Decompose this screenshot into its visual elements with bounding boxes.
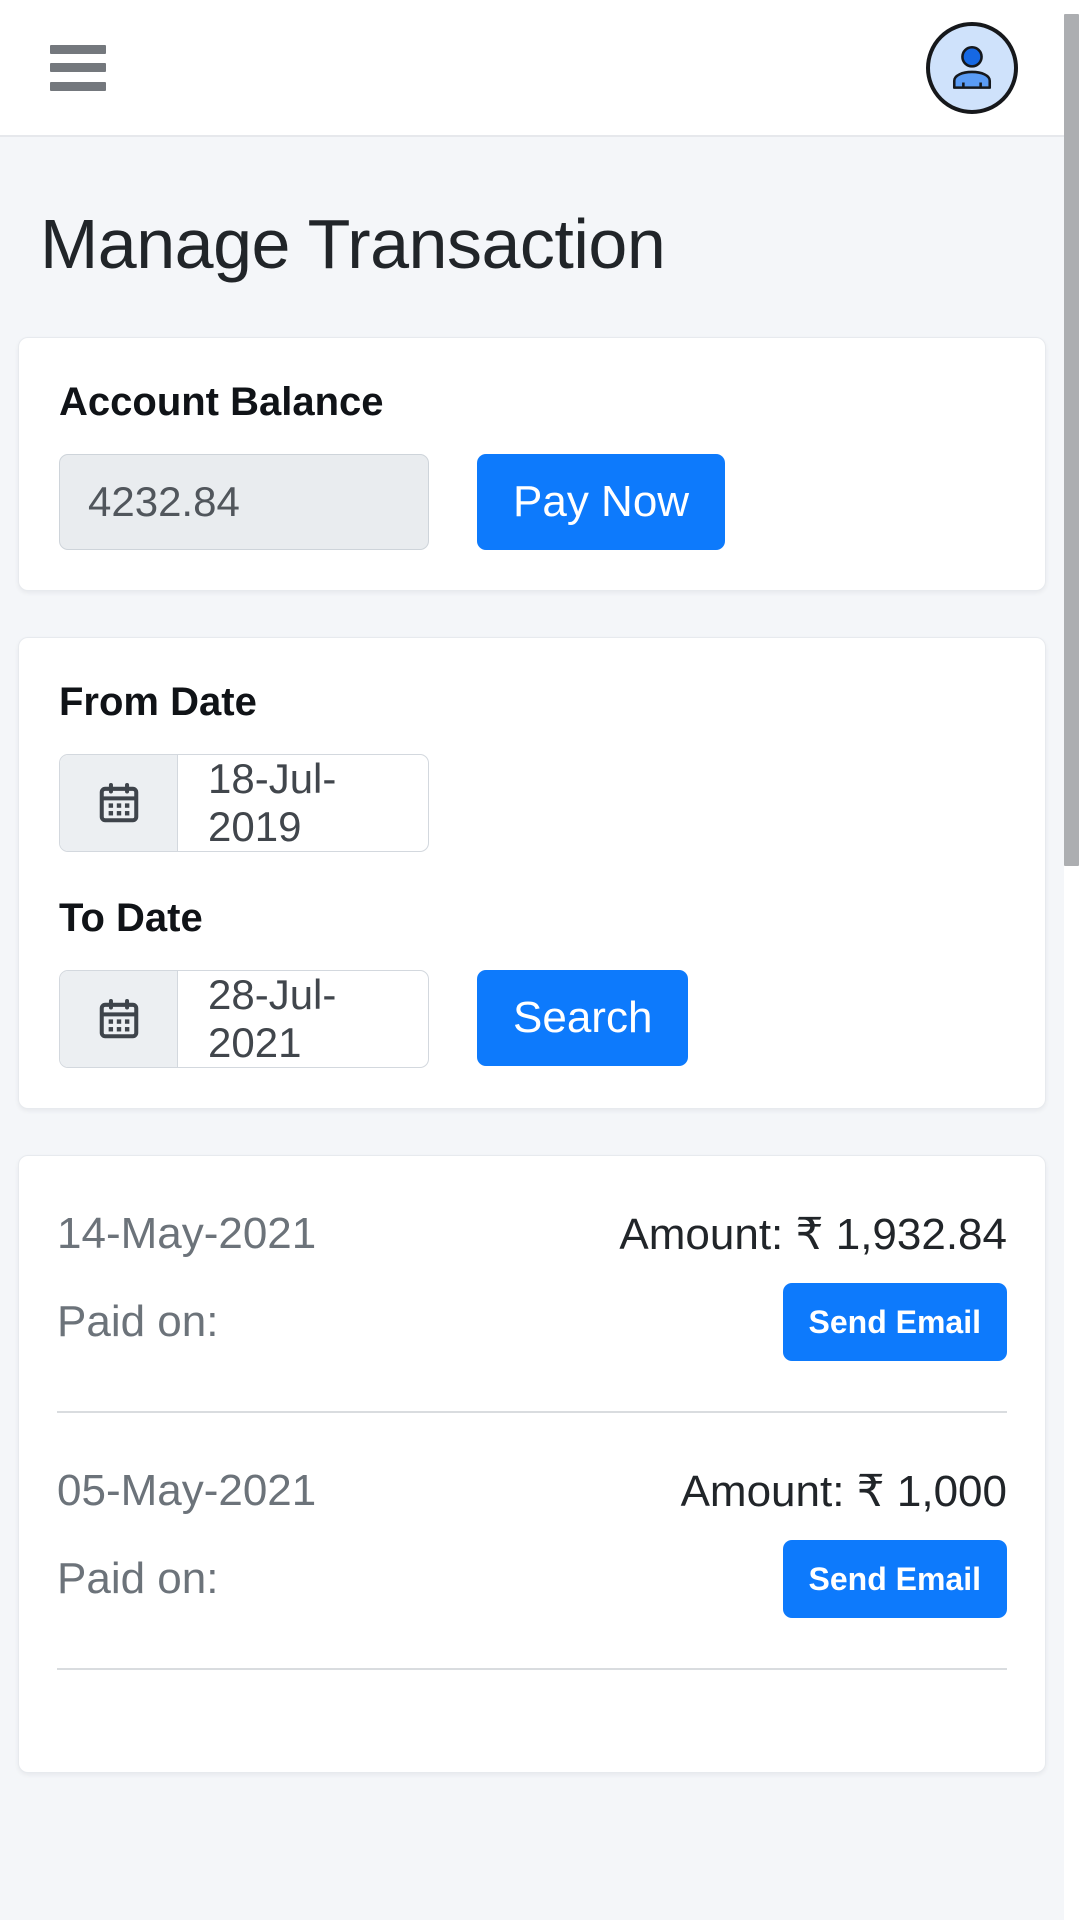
transaction-paid-on-label: Paid on:	[57, 1296, 219, 1346]
date-rows-spacer	[59, 852, 1005, 896]
page-title: Manage Transaction	[40, 205, 666, 283]
transaction-action-line: Paid on: Send Email	[57, 1282, 1007, 1361]
to-date-input-group[interactable]: 28-Jul-2021	[59, 970, 429, 1068]
from-date-input-group[interactable]: 18-Jul-2019	[59, 754, 429, 852]
transaction-paid-on-label: Paid on:	[57, 1553, 219, 1603]
send-email-button[interactable]: Send Email	[782, 1539, 1007, 1618]
calendar-icon[interactable]	[60, 755, 178, 851]
hamburger-menu-icon[interactable]	[50, 44, 106, 91]
hamburger-bar	[50, 63, 106, 72]
from-date-row: 18-Jul-2019	[59, 754, 1005, 852]
transaction-action-line: Paid on: Send Email	[57, 1539, 1007, 1618]
transaction-header-line: 05-May-2021 Amount: ₹ 1,000	[57, 1465, 1007, 1518]
table-row	[57, 1670, 1007, 1772]
top-navbar	[0, 0, 1064, 137]
to-date-value[interactable]: 28-Jul-2021	[178, 971, 428, 1067]
account-balance-row: 4232.84 Pay Now	[59, 454, 1005, 550]
from-date-label: From Date	[59, 680, 257, 724]
vertical-scrollbar-track[interactable]	[1064, 0, 1080, 1920]
date-filter-card-body: From Date 18-Jul-2019 To Date 28-Jul-202…	[19, 638, 1045, 1108]
transaction-amount: Amount: ₹ 1,932.84	[619, 1209, 1007, 1259]
from-date-value[interactable]: 18-Jul-2019	[178, 755, 428, 851]
user-avatar-icon[interactable]	[926, 21, 1018, 114]
to-date-label: To Date	[59, 896, 203, 940]
to-date-row: 28-Jul-2021 Search	[59, 970, 1005, 1068]
app-viewport: Manage Transaction Account Balance 4232.…	[0, 0, 1064, 1920]
transaction-date: 05-May-2021	[57, 1465, 317, 1515]
transaction-header-line: 14-May-2021 Amount: ₹ 1,932.84	[57, 1208, 1007, 1261]
hamburger-bar	[50, 44, 106, 54]
hamburger-bar	[50, 81, 106, 91]
search-button[interactable]: Search	[477, 970, 689, 1066]
table-row: 14-May-2021 Amount: ₹ 1,932.84 Paid on: …	[57, 1156, 1007, 1413]
calendar-icon[interactable]	[60, 971, 178, 1067]
send-email-button[interactable]: Send Email	[782, 1282, 1007, 1361]
account-balance-input[interactable]: 4232.84	[59, 454, 429, 550]
person-glyph	[952, 45, 992, 89]
transaction-amount: Amount: ₹ 1,000	[680, 1466, 1007, 1516]
vertical-scrollbar-thumb[interactable]	[1064, 14, 1079, 866]
account-balance-card-body: Account Balance 4232.84 Pay Now	[19, 338, 1045, 590]
account-balance-label: Account Balance	[59, 380, 384, 424]
transaction-list-card: 14-May-2021 Amount: ₹ 1,932.84 Paid on: …	[18, 1155, 1046, 1773]
calendar-glyph	[99, 998, 138, 1039]
pay-now-button[interactable]: Pay Now	[477, 454, 726, 550]
calendar-glyph	[99, 782, 138, 823]
account-balance-card: Account Balance 4232.84 Pay Now	[18, 337, 1046, 591]
transaction-date: 14-May-2021	[57, 1209, 317, 1258]
table-row: 05-May-2021 Amount: ₹ 1,000 Paid on: Sen…	[57, 1413, 1007, 1670]
date-filter-card: From Date 18-Jul-2019 To Date 28-Jul-202…	[18, 637, 1046, 1109]
